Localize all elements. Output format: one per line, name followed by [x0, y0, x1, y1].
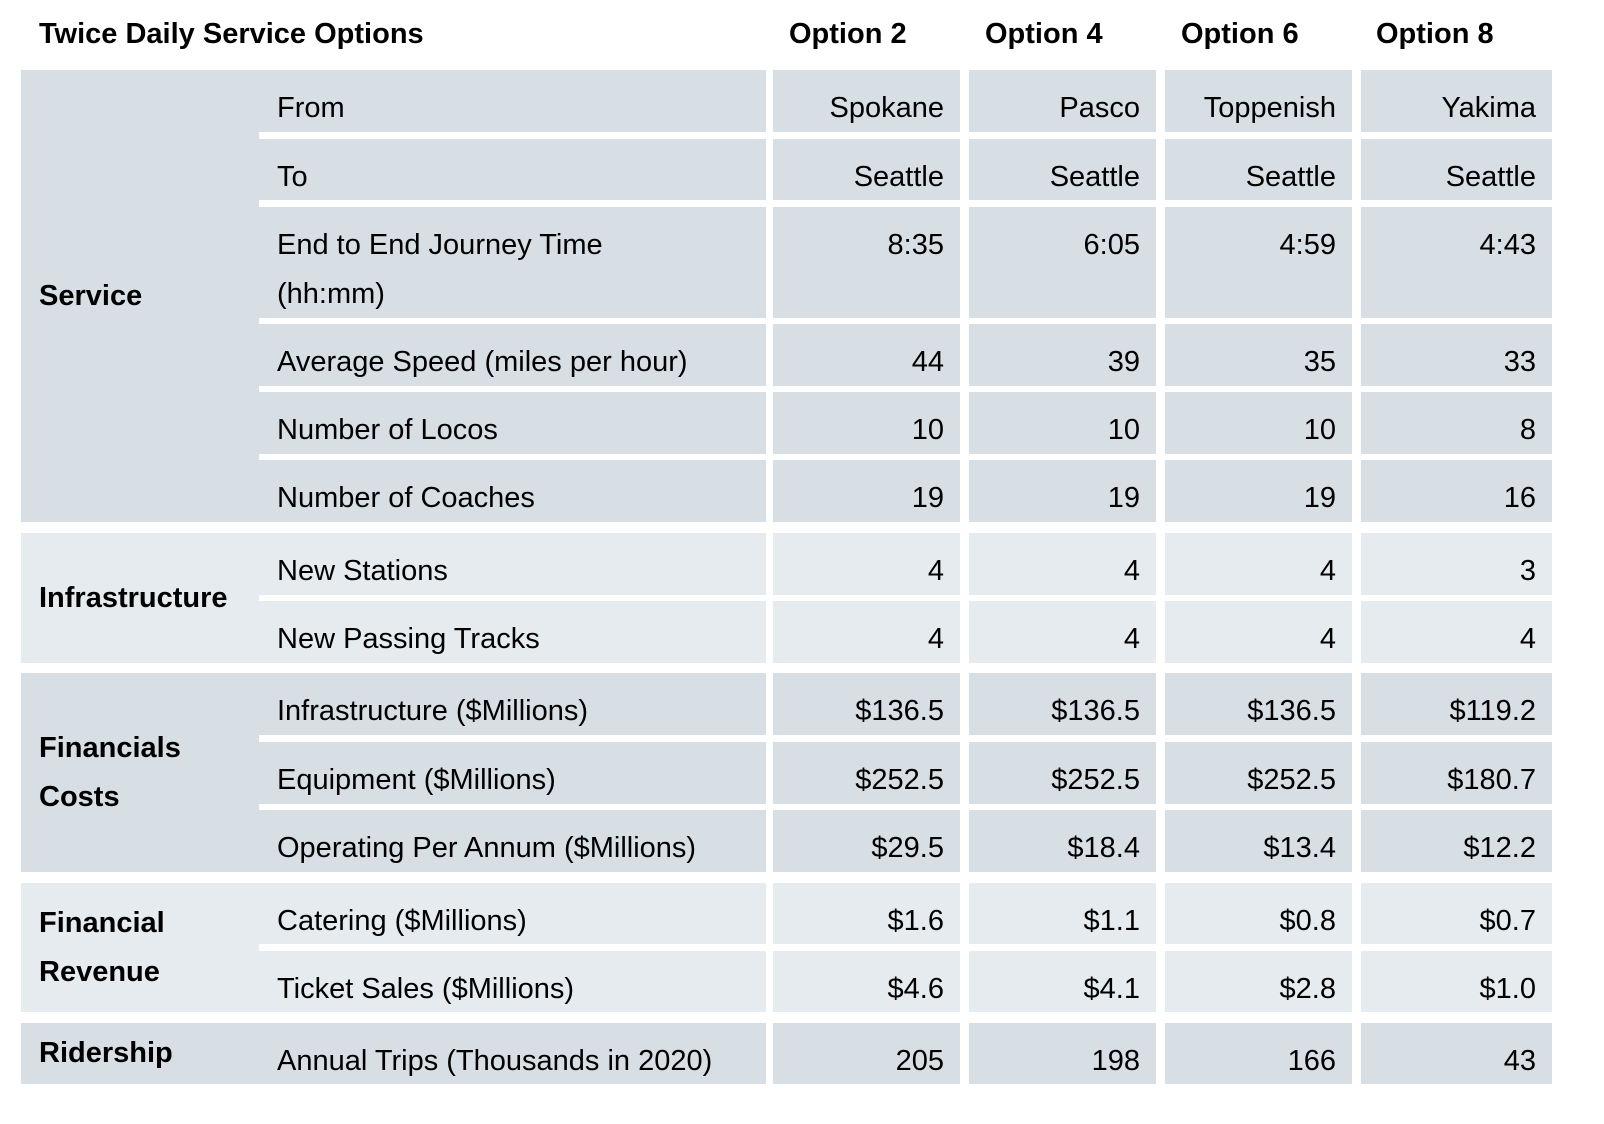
- row-label: From: [259, 70, 766, 132]
- row-label: To: [259, 139, 766, 200]
- value-cell: $0.7: [1361, 883, 1552, 944]
- value-cell: $136.5: [969, 673, 1156, 735]
- value-cell: 198: [969, 1023, 1156, 1084]
- value-cell: $1.6: [773, 883, 960, 944]
- value-cell: 10: [1165, 392, 1352, 454]
- row-label: Number of Coaches: [259, 460, 766, 522]
- row-label: Catering ($Millions): [259, 883, 766, 944]
- value-cell: Seattle: [969, 139, 1156, 200]
- row-label: Infrastructure ($Millions): [259, 673, 766, 735]
- value-cell: Seattle: [773, 139, 960, 200]
- value-cell: $18.4: [969, 810, 1156, 872]
- option-header: Option 4: [985, 18, 1103, 50]
- value-cell: $136.5: [1165, 673, 1352, 735]
- value-cell: 19: [1165, 460, 1352, 522]
- value-cell: 166: [1165, 1023, 1352, 1084]
- value-cell: 6:05: [969, 207, 1156, 318]
- value-cell: 33: [1361, 324, 1552, 386]
- value-cell: $13.4: [1165, 810, 1352, 872]
- value-cell: 44: [773, 324, 960, 386]
- group-label: Financial Revenue: [21, 883, 256, 1012]
- value-cell: $1.0: [1361, 951, 1552, 1012]
- value-cell: $4.1: [969, 951, 1156, 1012]
- value-cell: 35: [1165, 324, 1352, 386]
- value-cell: 4: [773, 601, 960, 663]
- value-cell: $29.5: [773, 810, 960, 872]
- row-label: Operating Per Annum ($Millions): [259, 810, 766, 872]
- value-cell: 4:43: [1361, 207, 1552, 318]
- value-cell: $0.8: [1165, 883, 1352, 944]
- value-cell: Seattle: [1361, 139, 1552, 200]
- value-cell: 4: [1361, 601, 1552, 663]
- group-label: Service: [21, 70, 256, 522]
- value-cell: 39: [969, 324, 1156, 386]
- row-label: New Passing Tracks: [259, 601, 766, 663]
- value-cell: $4.6: [773, 951, 960, 1012]
- option-header: Option 6: [1181, 18, 1299, 50]
- value-cell: Pasco: [969, 70, 1156, 132]
- value-cell: 10: [969, 392, 1156, 454]
- row-label: Equipment ($Millions): [259, 742, 766, 804]
- row-label: Average Speed (miles per hour): [259, 324, 766, 386]
- row-label: Number of Locos: [259, 392, 766, 454]
- option-header: Option 2: [789, 18, 907, 50]
- value-cell: 8: [1361, 392, 1552, 454]
- row-label: New Stations: [259, 533, 766, 595]
- value-cell: Yakima: [1361, 70, 1552, 132]
- value-cell: $252.5: [1165, 742, 1352, 804]
- value-cell: 4: [1165, 533, 1352, 595]
- value-cell: $119.2: [1361, 673, 1552, 735]
- value-cell: 4: [969, 601, 1156, 663]
- value-cell: Seattle: [1165, 139, 1352, 200]
- value-cell: 4:59: [1165, 207, 1352, 318]
- row-label: Annual Trips (Thousands in 2020): [259, 1023, 766, 1084]
- table-title: Twice Daily Service Options: [39, 18, 424, 50]
- value-cell: 205: [773, 1023, 960, 1084]
- value-cell: 16: [1361, 460, 1552, 522]
- row-label: End to End Journey Time (hh:mm): [259, 207, 766, 318]
- value-cell: $136.5: [773, 673, 960, 735]
- value-cell: 8:35: [773, 207, 960, 318]
- value-cell: 4: [773, 533, 960, 595]
- value-cell: 3: [1361, 533, 1552, 595]
- group-label: Ridership: [21, 1023, 256, 1084]
- value-cell: 4: [969, 533, 1156, 595]
- row-label: Ticket Sales ($Millions): [259, 951, 766, 1012]
- value-cell: Toppenish: [1165, 70, 1352, 132]
- value-cell: $252.5: [773, 742, 960, 804]
- value-cell: 10: [773, 392, 960, 454]
- value-cell: 19: [969, 460, 1156, 522]
- value-cell: Spokane: [773, 70, 960, 132]
- group-label: Infrastructure: [21, 533, 256, 663]
- group-label: Financials Costs: [21, 673, 256, 872]
- value-cell: $2.8: [1165, 951, 1352, 1012]
- option-header: Option 8: [1376, 18, 1494, 50]
- value-cell: $252.5: [969, 742, 1156, 804]
- value-cell: 19: [773, 460, 960, 522]
- value-cell: $180.7: [1361, 742, 1552, 804]
- value-cell: $12.2: [1361, 810, 1552, 872]
- value-cell: $1.1: [969, 883, 1156, 944]
- value-cell: 43: [1361, 1023, 1552, 1084]
- value-cell: 4: [1165, 601, 1352, 663]
